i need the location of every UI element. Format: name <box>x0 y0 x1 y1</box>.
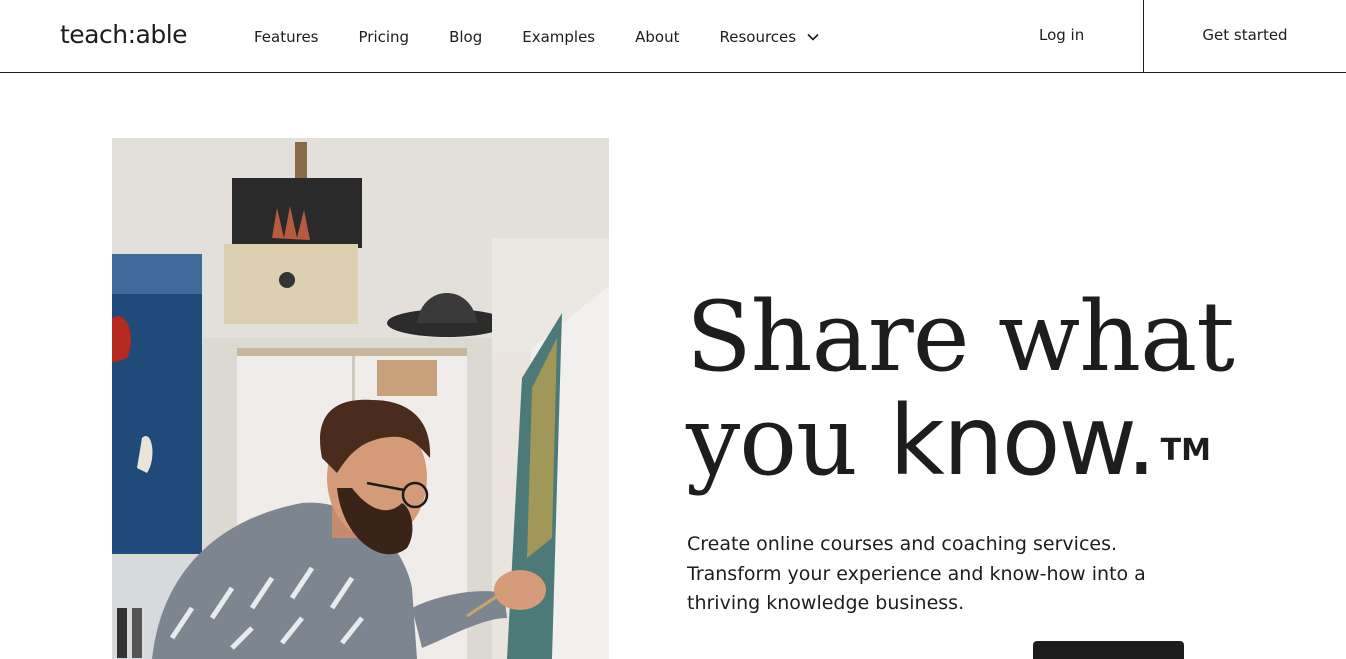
nav-blog[interactable]: Blog <box>449 26 482 48</box>
chevron-down-icon <box>807 33 819 41</box>
nav-pricing[interactable]: Pricing <box>359 26 410 48</box>
hero-photo-artist-painting <box>112 138 609 659</box>
headline-line-2: you know. TM <box>686 389 1306 493</box>
hero-cta-button[interactable] <box>1033 641 1184 659</box>
trademark-symbol: TM <box>1160 433 1211 468</box>
headline-line-1: Share what <box>686 281 1235 393</box>
hero-headline: Share what you know. TM <box>686 285 1306 493</box>
get-started-button[interactable]: Get started <box>1144 0 1346 72</box>
nav-resources[interactable]: Resources <box>719 26 820 48</box>
main-nav: Features Pricing Blog Examples About Res… <box>254 26 820 48</box>
site-header: teach:able Features Pricing Blog Example… <box>0 0 1346 73</box>
page: teach:able Features Pricing Blog Example… <box>0 0 1346 659</box>
headline-word-know: know. <box>889 385 1156 497</box>
nav-about[interactable]: About <box>635 26 679 48</box>
nav-features[interactable]: Features <box>254 26 319 48</box>
nav-resources-label: Resources <box>719 28 797 46</box>
headline-word-you: you <box>686 385 858 497</box>
hero-subtext: Create online courses and coaching servi… <box>687 533 1146 614</box>
nav-examples[interactable]: Examples <box>522 26 595 48</box>
login-link[interactable]: Log in <box>1039 24 1084 46</box>
hero-photo <box>112 138 609 659</box>
teachable-logo[interactable]: teach:able <box>60 18 188 52</box>
